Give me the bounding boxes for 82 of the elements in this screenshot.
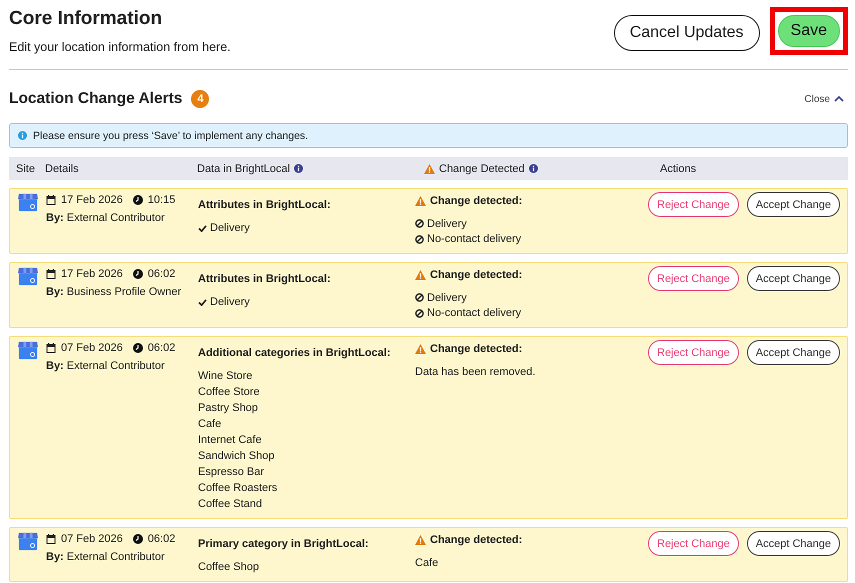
- warning-icon: [415, 270, 426, 280]
- item-text: Delivery: [427, 292, 467, 304]
- blocked-icon: [415, 308, 424, 318]
- item-text: Delivery: [210, 222, 250, 234]
- item-text: Data has been removed.: [415, 366, 536, 378]
- page-title: Core Information: [9, 8, 164, 30]
- reject-button[interactable]: Reject Change: [648, 340, 739, 365]
- item-text: Coffee Store: [198, 386, 260, 398]
- item-text: No-contact delivery: [427, 307, 522, 320]
- data-title: Attributes in BrightLocal:: [198, 199, 332, 211]
- column-header: Data in BrightLocal: [197, 162, 290, 174]
- reject-button[interactable]: Reject Change: [648, 531, 739, 556]
- change-title: Change detected:: [430, 269, 522, 281]
- author-text: By: External Contributor: [46, 551, 166, 563]
- date-text: 07 Feb 2026: [61, 533, 123, 545]
- author-text: By: External Contributor: [46, 212, 166, 224]
- page-subtitle: Edit your location information from here.: [9, 40, 231, 54]
- item-text: Coffee Roasters: [198, 482, 278, 494]
- clock-icon: [132, 195, 143, 205]
- item-text: Coffee Stand: [198, 498, 262, 510]
- calendar-icon: [46, 343, 56, 353]
- cancel-button[interactable]: Cancel Updates: [614, 15, 760, 51]
- data-title: Additional categories in BrightLocal:: [198, 347, 392, 359]
- author-text: By: External Contributor: [46, 360, 166, 372]
- change-title: Change detected:: [430, 343, 522, 355]
- accept-button[interactable]: Accept Change: [746, 266, 840, 291]
- count-badge: 4: [191, 90, 210, 108]
- date-text: 17 Feb 2026: [61, 194, 123, 206]
- accept-button[interactable]: Accept Change: [746, 531, 840, 556]
- reject-button[interactable]: Reject Change: [648, 266, 739, 291]
- item-text: Internet Cafe: [198, 434, 262, 446]
- item-text: Espresso Bar: [198, 466, 264, 478]
- calendar-icon: [46, 534, 56, 544]
- calendar-icon: [46, 195, 56, 205]
- time-text: 10:15: [148, 194, 176, 206]
- store-icon: [17, 192, 39, 212]
- item-text: Cafe: [198, 418, 222, 430]
- item-text: Cafe: [415, 556, 438, 569]
- item-text: Delivery: [427, 218, 467, 230]
- column-header: Actions: [660, 162, 696, 174]
- notice-text: Please ensure you press ‘Save’ to implement any changes.: [33, 130, 308, 142]
- time-text: 06:02: [148, 268, 176, 280]
- column-header: Details: [45, 162, 79, 174]
- column-header: Site: [16, 162, 35, 174]
- warning-icon: [415, 535, 426, 545]
- store-icon: [17, 531, 39, 551]
- warning-icon: [415, 344, 426, 354]
- time-text: 06:02: [148, 342, 176, 354]
- calendar-icon: [46, 269, 56, 279]
- date-text: 17 Feb 2026: [61, 268, 123, 280]
- reject-button[interactable]: Reject Change: [648, 192, 739, 217]
- close-toggle[interactable]: Close: [804, 94, 848, 104]
- clock-icon: [132, 343, 143, 353]
- store-icon: [17, 340, 39, 360]
- section-title: Location Change Alerts: [9, 90, 182, 108]
- blocked-icon: [415, 293, 424, 302]
- blocked-icon: [415, 219, 424, 228]
- save-button[interactable]: Save: [778, 15, 840, 47]
- warning-icon: [415, 196, 426, 206]
- data-title: Attributes in BrightLocal:: [198, 273, 332, 285]
- column-header: Change Detected: [439, 162, 525, 174]
- item-text: Pastry Shop: [198, 402, 258, 414]
- clock-icon: [132, 534, 143, 544]
- item-text: No-contact delivery: [427, 233, 522, 246]
- author-text: By: Business Profile Owner: [46, 286, 182, 298]
- data-title: Primary category in BrightLocal:: [198, 538, 370, 550]
- accept-button[interactable]: Accept Change: [746, 340, 840, 365]
- blocked-icon: [415, 234, 424, 244]
- store-icon: [17, 266, 39, 286]
- info-icon: [18, 131, 27, 140]
- change-title: Change detected:: [430, 534, 522, 546]
- date-text: 07 Feb 2026: [61, 342, 123, 354]
- clock-icon: [132, 269, 143, 279]
- check-icon: [198, 224, 207, 232]
- change-title: Change detected:: [430, 195, 522, 207]
- accept-button[interactable]: Accept Change: [746, 192, 840, 217]
- item-text: Delivery: [210, 296, 250, 308]
- item-text: Sandwich Shop: [198, 450, 274, 462]
- time-text: 06:02: [148, 533, 176, 545]
- check-icon: [198, 298, 207, 306]
- item-text: Wine Store: [198, 370, 252, 382]
- item-text: Coffee Shop: [198, 561, 259, 573]
